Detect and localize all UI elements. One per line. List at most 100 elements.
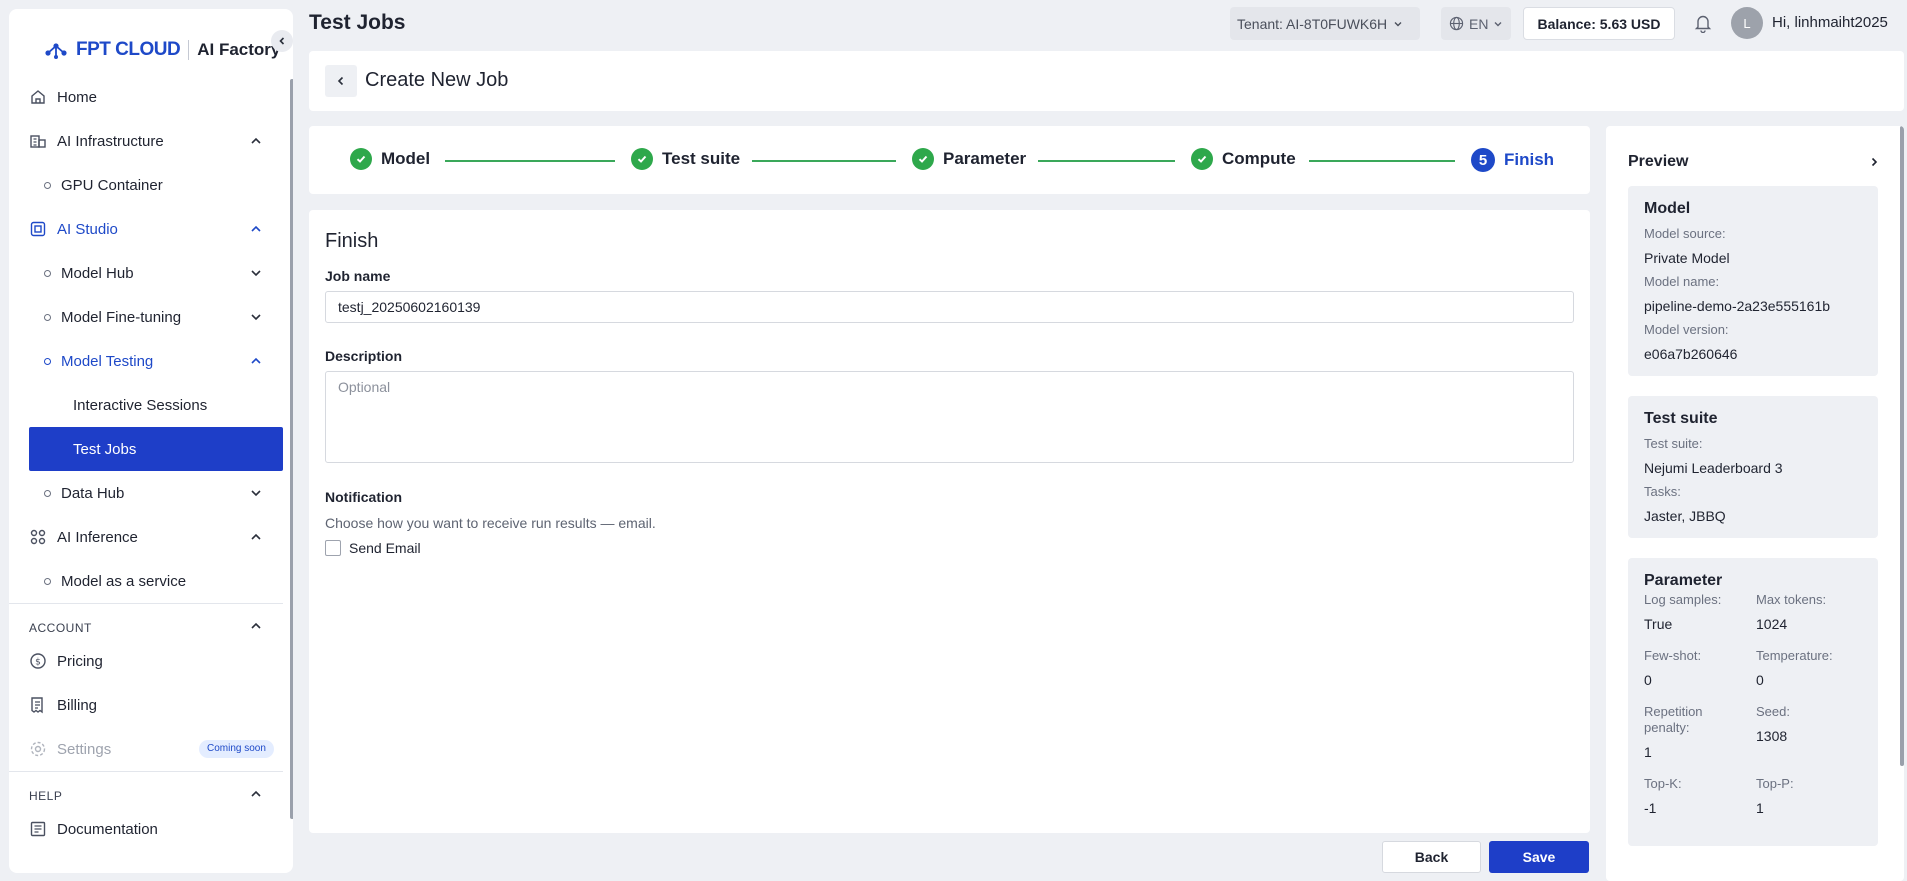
preview-value: Nejumi Leaderboard 3 (1644, 460, 1783, 476)
sidebar-item-label: Model Hub (61, 264, 134, 282)
preview-value: Private Model (1644, 250, 1730, 266)
dollar-circle-icon: $ (30, 653, 46, 669)
step-finish[interactable]: 5 Finish (1471, 148, 1554, 172)
language-label: EN (1469, 15, 1489, 32)
chevron-up-icon[interactable] (250, 620, 262, 632)
sidebar-item-test-jobs[interactable]: Test Jobs (29, 427, 283, 471)
preview-key: Model name: (1644, 274, 1720, 289)
sidebar-item-documentation[interactable]: Documentation (9, 807, 283, 851)
building-icon (30, 135, 46, 148)
page-title: Test Jobs (309, 11, 406, 34)
chevron-up-icon[interactable] (250, 531, 262, 543)
sidebar-item-label: Billing (57, 696, 98, 714)
sidebar-item-label: AI Infrastructure (57, 132, 164, 150)
sidebar-item-ai-infrastructure[interactable]: AI Infrastructure (9, 119, 283, 163)
sidebar-scrollbar[interactable] (290, 79, 293, 819)
step-model[interactable]: Model (350, 148, 430, 170)
sidebar-item-model-hub[interactable]: Model Hub (9, 251, 283, 295)
create-job-title: Create New Job (365, 69, 509, 91)
chevron-up-icon[interactable] (250, 355, 262, 367)
preview-scrollbar[interactable] (1900, 126, 1904, 766)
job-name-input[interactable] (325, 291, 1574, 323)
brand-logo[interactable]: FPT CLOUD AI Factory (44, 36, 280, 64)
preview-value: e06a7b260646 (1644, 346, 1738, 362)
step-test-suite[interactable]: Test suite (631, 148, 740, 170)
sidebar-item-pricing[interactable]: $ Pricing (9, 639, 283, 683)
job-name-label: Job name (325, 268, 391, 284)
brand-name: FPT CLOUD (76, 39, 181, 60)
tenant-selector[interactable]: Tenant: AI-8T0FUWK6H (1230, 7, 1420, 40)
preview-key: Top-K: (1644, 776, 1682, 791)
step-number: 5 (1471, 148, 1495, 172)
language-selector[interactable]: EN (1441, 7, 1511, 40)
sidebar-item-ai-inference[interactable]: AI Inference (9, 515, 283, 559)
preview-card-title: Test suite (1644, 410, 1718, 427)
grid-icon (30, 529, 46, 545)
bullet-icon (44, 578, 51, 585)
chevron-down-icon (1494, 21, 1502, 26)
fpt-logo-icon (45, 43, 67, 59)
chevron-down-icon[interactable] (250, 267, 262, 279)
preview-key: Seed: (1756, 704, 1790, 719)
step-connector (445, 160, 615, 162)
sidebar-item-billing[interactable]: Billing (9, 683, 283, 727)
check-circle-icon (1191, 148, 1213, 170)
sidebar-item-model-testing[interactable]: Model Testing (9, 339, 283, 383)
sidebar-item-interactive-sessions[interactable]: Interactive Sessions (9, 383, 283, 427)
save-button[interactable]: Save (1489, 841, 1589, 873)
sidebar-item-gpu-container[interactable]: GPU Container (9, 163, 283, 207)
sidebar-item-ai-studio[interactable]: AI Studio (9, 207, 283, 251)
chevron-down-icon[interactable] (250, 311, 262, 323)
user-greeting[interactable]: Hi, linhmaiht2025 (1772, 14, 1888, 31)
bell-icon[interactable] (1694, 13, 1712, 33)
sidebar-item-home[interactable]: Home (9, 75, 283, 119)
avatar[interactable]: L (1731, 7, 1763, 39)
sidebar-item-data-hub[interactable]: Data Hub (9, 471, 283, 515)
preview-value: 1024 (1756, 616, 1788, 632)
step-parameter[interactable]: Parameter (912, 148, 1026, 170)
bullet-icon (44, 358, 51, 365)
preview-key: Repetition penalty: (1644, 704, 1703, 735)
step-label: Compute (1222, 149, 1296, 168)
preview-panel: Preview Model Model source: Private Mode… (1606, 126, 1904, 881)
sidebar-item-label: Settings (57, 740, 112, 758)
check-circle-icon (912, 148, 934, 170)
description-textarea[interactable]: Optional (325, 371, 1574, 463)
preview-key: Test suite: (1644, 436, 1703, 451)
step-label: Parameter (943, 149, 1027, 168)
preview-card-title: Model (1644, 200, 1691, 217)
preview-parameter-card: Parameter Log samples: True Max tokens: 10… (1628, 558, 1878, 846)
bullet-icon (44, 314, 51, 321)
send-email-option[interactable]: Send Email (325, 540, 421, 556)
sidebar-item-label: Home (57, 88, 98, 106)
sidebar-item-label: Model Fine-tuning (61, 308, 182, 326)
sidebar-collapse-button[interactable] (271, 30, 293, 52)
preview-value: 1 (1644, 744, 1652, 760)
send-email-checkbox[interactable] (325, 540, 341, 556)
chevron-up-icon[interactable] (250, 135, 262, 147)
sidebar-item-label: Pricing (57, 652, 103, 670)
sidebar-item-model-fine-tuning[interactable]: Model Fine-tuning (9, 295, 283, 339)
brand-divider (188, 40, 190, 60)
chevron-down-icon[interactable] (250, 487, 262, 499)
preview-title: Preview (1628, 153, 1689, 170)
back-arrow-button[interactable] (325, 65, 357, 97)
chevron-up-icon[interactable] (250, 788, 262, 800)
chevron-left-icon (337, 76, 344, 86)
check-circle-icon (350, 148, 372, 170)
preview-value: True (1644, 616, 1673, 632)
studio-icon (30, 221, 46, 237)
check-circle-icon (631, 148, 653, 170)
chevron-up-icon[interactable] (250, 223, 262, 235)
sidebar-item-model-as-a-service[interactable]: Model as a service (9, 559, 283, 603)
preview-value: 0 (1644, 672, 1652, 688)
preview-key: Top-P: (1756, 776, 1794, 791)
step-compute[interactable]: Compute (1191, 148, 1296, 170)
bullet-icon (44, 270, 51, 277)
back-button[interactable]: Back (1382, 841, 1481, 873)
sidebar-nav: Home AI Infrastructure GPU Container AI … (9, 75, 283, 851)
balance-display[interactable]: Balance: 5.63 USD (1523, 7, 1675, 40)
chevron-right-icon[interactable] (1868, 156, 1880, 168)
preview-value: -1 (1644, 800, 1657, 816)
sidebar-item-label: GPU Container (61, 176, 163, 194)
